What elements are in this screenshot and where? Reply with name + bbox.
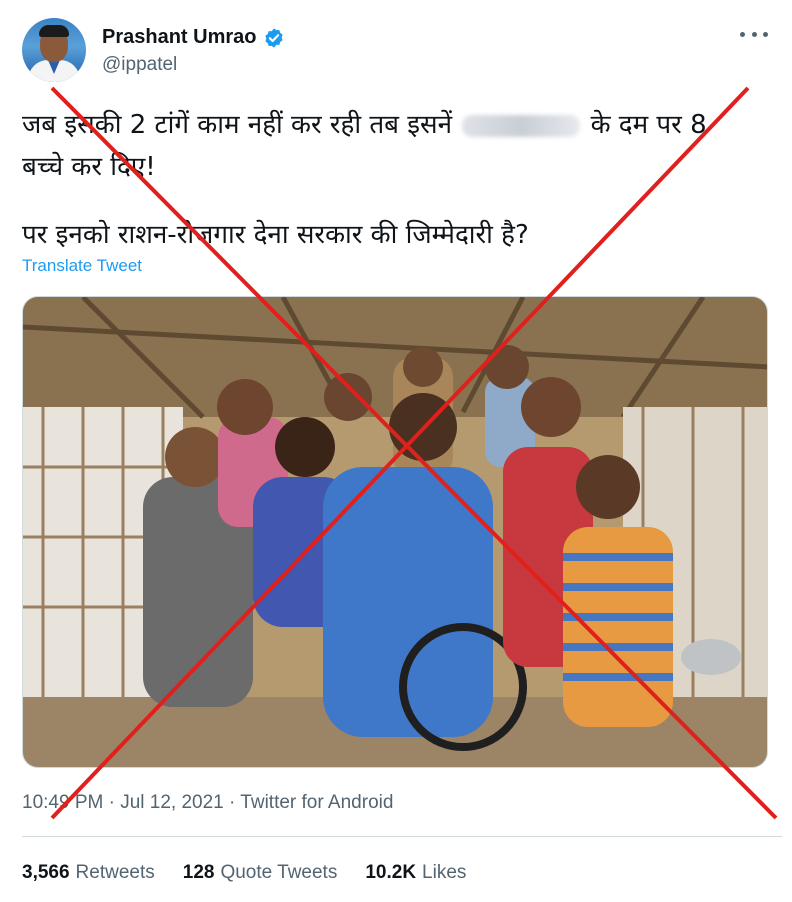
meta-separator-2: · bbox=[229, 792, 236, 813]
retweets-stat[interactable]: 3,566 Retweets bbox=[22, 862, 155, 884]
family-photo-illustration bbox=[23, 297, 767, 767]
verified-badge-icon bbox=[264, 27, 283, 48]
avatar-hair bbox=[39, 25, 69, 37]
tweet-date[interactable]: Jul 12, 2021 bbox=[120, 792, 224, 813]
meta-separator: · bbox=[108, 792, 115, 813]
quote-tweets-stat[interactable]: 128 Quote Tweets bbox=[183, 862, 338, 884]
tweet-line-2: बच्चे कर दिए! bbox=[22, 152, 156, 182]
retweets-label: Retweets bbox=[75, 862, 155, 883]
author-display-name[interactable]: Prashant Umrao bbox=[102, 26, 257, 49]
likes-label: Likes bbox=[422, 862, 467, 883]
author-handle[interactable]: @ippatel bbox=[102, 54, 177, 76]
tweet-line-1-start: जब इसकी 2 टांगें काम नहीं कर रही तब इसने… bbox=[22, 110, 453, 140]
likes-count: 10.2K bbox=[365, 862, 417, 883]
tweet-stats: 3,566 Retweets 128 Quote Tweets 10.2K Likes bbox=[22, 862, 494, 884]
author-name-row[interactable]: Prashant Umrao bbox=[102, 26, 285, 49]
tweet-meta: 10:49 PM · Jul 12, 2021 · Twitter for An… bbox=[22, 792, 393, 814]
tweet-line-3: पर इनको राशन-रोजगार देना सरकार की जिम्मे… bbox=[22, 220, 529, 250]
author-avatar[interactable] bbox=[22, 18, 86, 82]
retweets-count: 3,566 bbox=[22, 862, 70, 883]
translate-tweet-link[interactable]: Translate Tweet bbox=[22, 256, 142, 276]
more-options-icon[interactable] bbox=[740, 24, 768, 44]
tweet-time[interactable]: 10:49 PM bbox=[22, 792, 103, 813]
quote-label: Quote Tweets bbox=[220, 862, 338, 883]
tweet-card: Prashant Umrao @ippatel जब इसकी 2 टांगें… bbox=[0, 0, 792, 902]
blurred-word bbox=[462, 114, 581, 137]
quote-count: 128 bbox=[182, 862, 215, 883]
tweet-line-1-end: के दम पर 8 bbox=[590, 110, 707, 140]
tweet-source[interactable]: Twitter for Android bbox=[240, 792, 393, 813]
tweet-line-1: जब इसकी 2 टांगें काम नहीं कर रही तब इसने… bbox=[22, 104, 782, 146]
likes-stat[interactable]: 10.2K Likes bbox=[365, 862, 466, 884]
tweet-photo[interactable] bbox=[22, 296, 768, 768]
divider bbox=[22, 836, 782, 837]
tweet-text: जब इसकी 2 टांगें काम नहीं कर रही तब इसने… bbox=[22, 104, 782, 256]
